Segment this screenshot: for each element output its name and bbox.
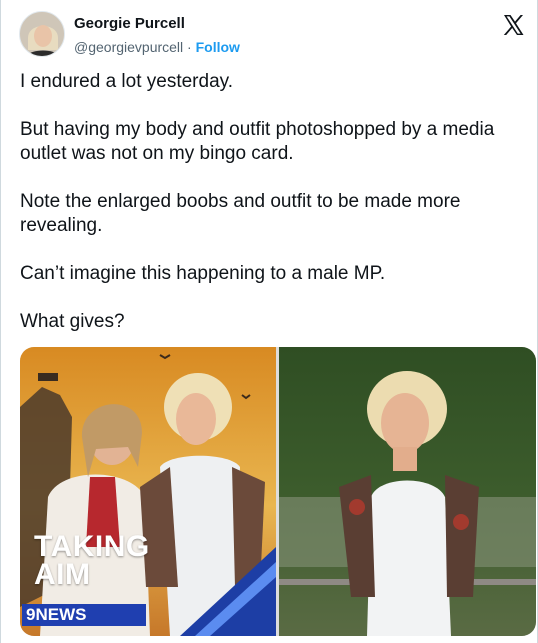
author-avatar[interactable]	[19, 11, 65, 57]
tweet-paragraph: Can’t imagine this happening to a male M…	[20, 263, 386, 284]
author-handle-row: @georgievpurcell · Follow	[74, 38, 240, 56]
tweet-paragraph: I endured a lot yesterday.	[20, 71, 233, 92]
news-badge-label: 9NEWS	[26, 605, 87, 624]
news-graphic	[20, 347, 276, 636]
x-logo-icon[interactable]	[501, 13, 525, 37]
author-handle[interactable]: @georgievpurcell	[74, 39, 183, 55]
tweet-paragraph: Note the enlarged boobs and outfit to be…	[20, 191, 461, 236]
follow-button[interactable]: Follow	[196, 39, 240, 55]
media-image-right[interactable]	[279, 347, 536, 636]
handle-separator: ·	[183, 39, 196, 55]
tweet-paragraph: But having my body and outfit photoshopp…	[20, 119, 495, 164]
tweet-media: TAKING AIM 9NEWS	[20, 347, 536, 636]
news-overlay-line1: TAKING	[34, 530, 150, 563]
author-name[interactable]: Georgie Purcell	[74, 15, 185, 33]
news-overlay-title: TAKING AIM	[34, 530, 150, 591]
tweet-card: Georgie Purcell @georgievpurcell · Follo…	[0, 0, 538, 643]
tweet-text: I endured a lot yesterday. But having my…	[20, 70, 525, 358]
original-photo	[279, 347, 536, 636]
nine-news-logo-icon: 9NEWS	[22, 604, 146, 626]
avatar-image	[20, 12, 64, 56]
news-overlay-line2: AIM	[34, 558, 91, 591]
tweet-header: Georgie Purcell @georgievpurcell · Follo…	[19, 11, 531, 61]
media-image-left[interactable]: TAKING AIM 9NEWS	[20, 347, 276, 636]
tweet-paragraph: What gives?	[20, 311, 125, 332]
